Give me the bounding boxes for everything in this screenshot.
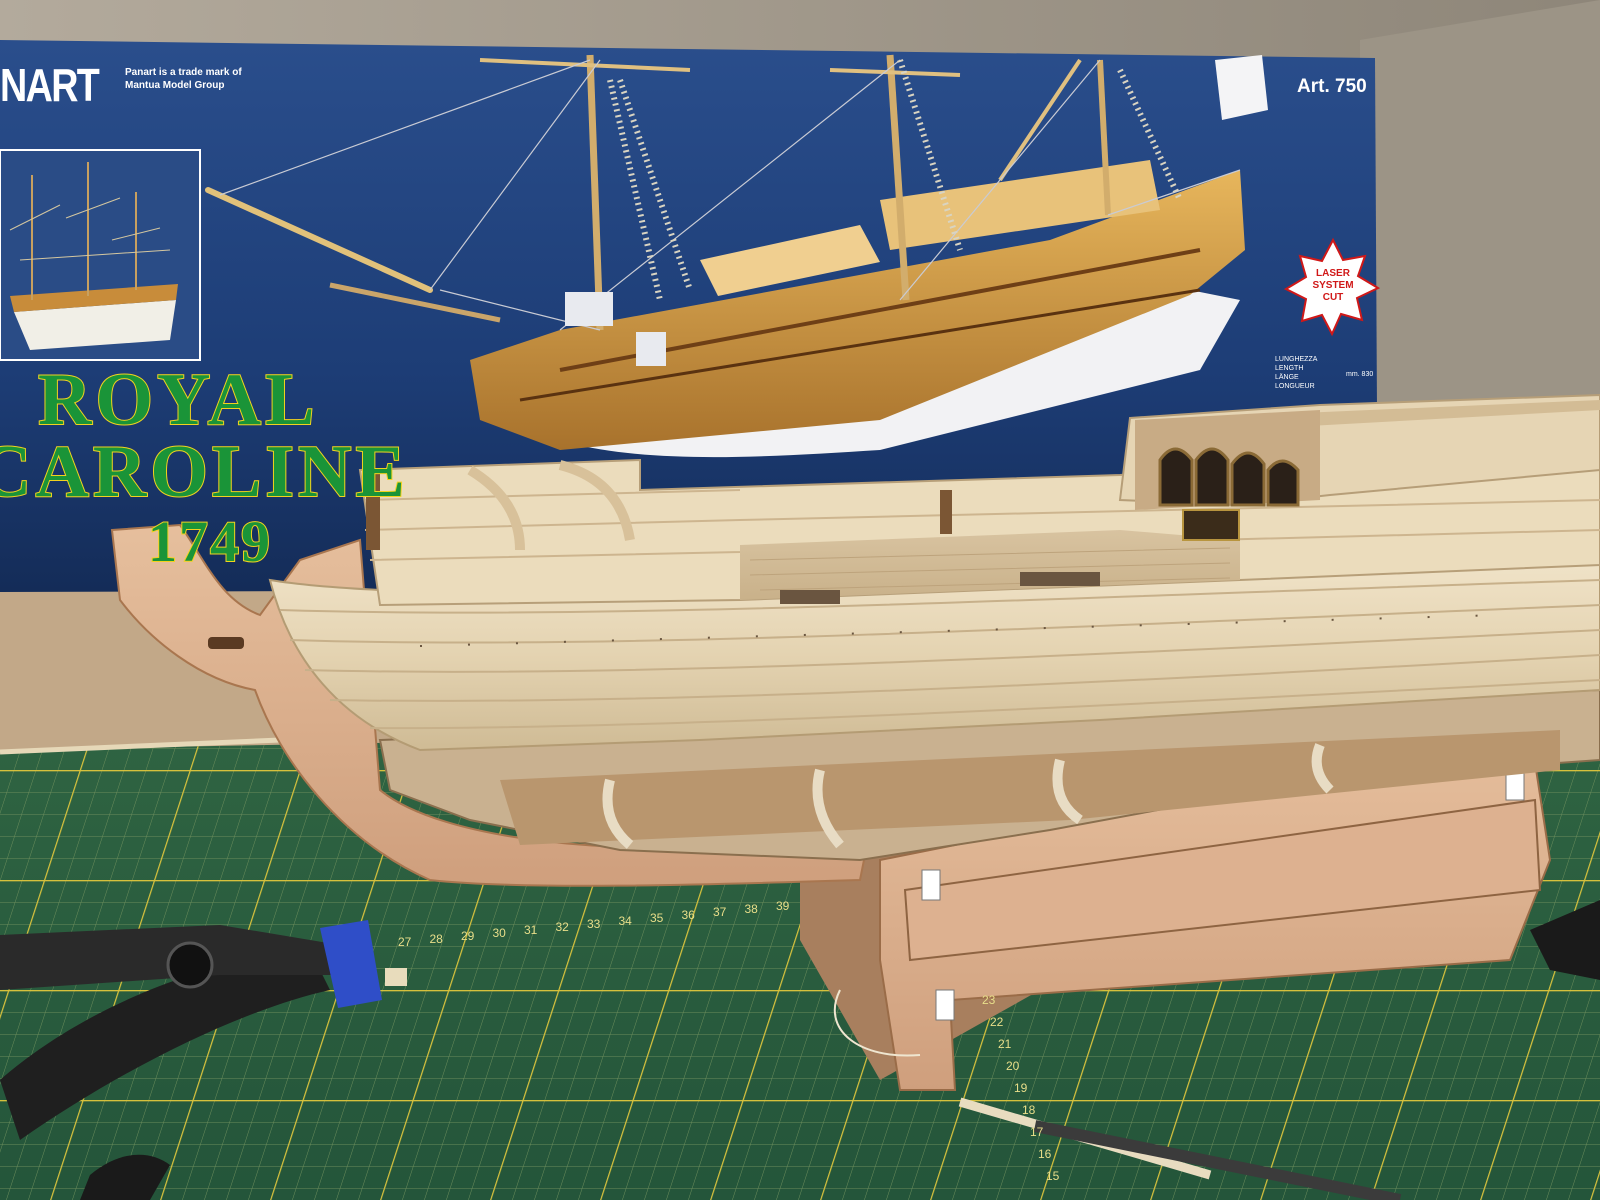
trademark-note: Panart is a trade mark of Mantua Model G… (125, 67, 242, 91)
mat-ruler-number: 15 (1046, 1169, 1060, 1183)
mat-ruler-number: 33 (587, 917, 601, 931)
box-title-year: 1749 (147, 508, 272, 575)
laser-cut-badge-text: LASER SYSTEM CUT (1312, 268, 1354, 303)
mat-ruler-number: 23 (982, 993, 996, 1007)
mat-ruler-number: 30 (493, 926, 507, 940)
article-number: Art. 750 (1297, 76, 1367, 97)
mat-ruler-number: 22 (990, 1015, 1004, 1029)
scene-illustration: 27 28 29 30 31 32 33 34 35 36 37 38 39 23 22 21 20 19 18 1… (0, 0, 1600, 1200)
mat-ruler-number: 16 (1038, 1147, 1052, 1161)
mat-ruler-number: 20 (1006, 1059, 1020, 1073)
mat-ruler-number: 31 (524, 923, 538, 937)
mat-ruler-number: 37 (713, 905, 727, 919)
mat-ruler-number: 27 (398, 935, 412, 949)
mat-ruler-number: 35 (650, 911, 664, 925)
mat-ruler-number: 19 (1014, 1081, 1028, 1095)
mat-ruler-number: 32 (556, 920, 570, 934)
box-title-caroline: CAROLINE (0, 430, 409, 514)
mat-ruler-number: 36 (682, 908, 696, 922)
mat-ruler-number: 18 (1022, 1103, 1036, 1117)
length-labels: LUNGHEZZA LENGTH LÄNGE LONGUEUR (1275, 356, 1318, 390)
mat-ruler-number: 17 (1030, 1125, 1044, 1139)
mat-ruler-number: 21 (998, 1037, 1012, 1051)
mat-ruler-number: 34 (619, 914, 633, 928)
brand-logo: NART (0, 59, 100, 111)
mat-ruler-number: 29 (461, 929, 475, 943)
photo-scene: 27 28 29 30 31 32 33 34 35 36 37 38 39 23 22 21 20 19 18 1… (0, 0, 1600, 1200)
mat-ruler-number: 28 (430, 932, 444, 946)
mat-ruler-number: 38 (745, 902, 759, 916)
length-value: mm. 830 (1346, 371, 1374, 378)
mat-ruler-number: 39 (776, 899, 790, 913)
